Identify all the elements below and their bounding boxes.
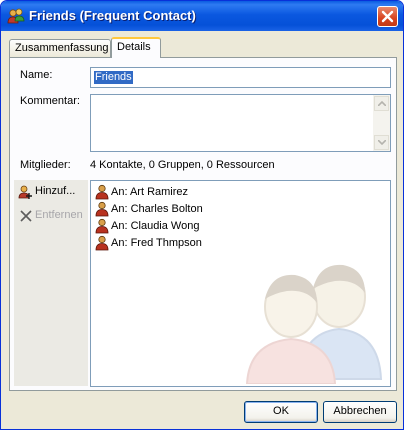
comment-textarea[interactable] bbox=[90, 94, 391, 152]
person-icon bbox=[95, 184, 109, 200]
remove-member-label: Entfernen bbox=[35, 209, 83, 221]
member-actions-bar: Hinzuf... Entfernen bbox=[14, 180, 88, 386]
delete-x-icon bbox=[18, 208, 34, 224]
group-watermark-icon bbox=[245, 264, 383, 384]
comment-scrollbar[interactable] bbox=[373, 95, 390, 151]
add-contact-icon bbox=[18, 184, 34, 200]
member-name: An: Charles Bolton bbox=[111, 203, 203, 215]
tab-zusammenfassung[interactable]: Zusammenfassung bbox=[9, 39, 111, 57]
details-panel: Name: Friends Kommentar: Mitglieder: 4 K… bbox=[9, 57, 397, 391]
members-label: Mitglieder: bbox=[20, 159, 71, 171]
window-title: Friends (Frequent Contact) bbox=[29, 8, 196, 23]
dialog-window: Friends (Frequent Contact) Zusammenfassu… bbox=[0, 0, 404, 430]
scroll-down-button[interactable] bbox=[374, 135, 389, 150]
add-member-label: Hinzuf... bbox=[35, 185, 76, 197]
tab-details[interactable]: Details bbox=[111, 37, 161, 58]
close-button[interactable] bbox=[377, 6, 398, 27]
group-contact-icon bbox=[7, 8, 25, 24]
title-bar[interactable]: Friends (Frequent Contact) bbox=[1, 1, 403, 31]
person-icon bbox=[95, 218, 109, 234]
chevron-down-icon bbox=[378, 140, 386, 145]
chevron-up-icon bbox=[378, 101, 386, 106]
person-icon bbox=[95, 201, 109, 217]
comment-label: Kommentar: bbox=[20, 95, 80, 107]
ok-button[interactable]: OK bbox=[244, 401, 318, 423]
person-icon bbox=[95, 235, 109, 251]
scroll-up-button[interactable] bbox=[374, 96, 389, 111]
members-summary: 4 Kontakte, 0 Gruppen, 0 Ressourcen bbox=[90, 159, 275, 171]
member-list[interactable]: An: Art Ramirez An: Charles Bolton An: C… bbox=[90, 180, 391, 387]
member-name: An: Fred Thmpson bbox=[111, 237, 202, 249]
name-input[interactable]: Friends bbox=[90, 67, 391, 88]
name-value: Friends bbox=[94, 71, 133, 84]
close-icon bbox=[381, 10, 394, 23]
name-label: Name: bbox=[20, 69, 53, 81]
cancel-button[interactable]: Abbrechen bbox=[323, 401, 397, 423]
member-name: An: Art Ramirez bbox=[111, 186, 189, 198]
member-name: An: Claudia Wong bbox=[111, 220, 200, 232]
